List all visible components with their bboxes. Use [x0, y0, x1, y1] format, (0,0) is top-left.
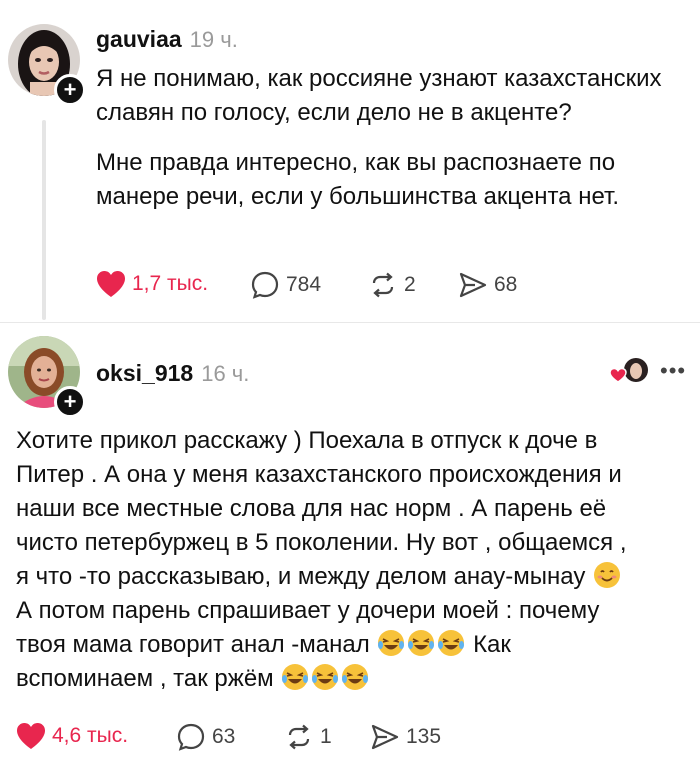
- heart-icon: [609, 367, 627, 383]
- repost-icon: [372, 272, 394, 298]
- post-text: Я не понимаю, как россияне узнают казахс…: [96, 62, 686, 214]
- paragraph: Я не понимаю, как россияне узнают казахс…: [96, 65, 662, 126]
- laughing-emoji-icon: [282, 664, 309, 690]
- laughing-emoji-icon: [438, 630, 465, 656]
- follow-plus-icon[interactable]: +: [54, 386, 86, 418]
- text-segment: Как: [473, 631, 511, 658]
- text-line: чисто петербуржец в 5 поколении. Ну вот …: [16, 529, 627, 556]
- share-count: 135: [406, 725, 442, 748]
- smile-emoji-icon: [594, 562, 621, 588]
- text-segment: вспоминаем , так ржём: [16, 665, 274, 692]
- share-icon: [371, 724, 399, 750]
- laughing-emoji-icon: [378, 630, 405, 656]
- follow-plus-icon[interactable]: +: [54, 74, 86, 106]
- laughing-emoji-icon: [342, 664, 369, 690]
- repost-count: 2: [404, 273, 416, 296]
- post-header: gauviaa 19 ч.: [96, 26, 238, 53]
- divider: [0, 322, 700, 323]
- text-line: Питер . А она у меня казахстанского прои…: [16, 461, 622, 488]
- repost-button[interactable]: 2: [368, 270, 416, 300]
- repost-button[interactable]: 1: [284, 722, 332, 752]
- repost-count: 1: [320, 725, 332, 748]
- laughing-emoji-icon: [408, 630, 435, 656]
- share-icon: [459, 272, 487, 298]
- heart-icon: [97, 271, 125, 297]
- text-line: твоя мама говорит анал -манал Как: [16, 628, 696, 662]
- share-button[interactable]: 68: [458, 270, 517, 300]
- comment-icon: [177, 723, 205, 751]
- comment-count: 784: [286, 273, 322, 296]
- thread-line: [42, 120, 46, 320]
- username[interactable]: oksi_918: [96, 360, 193, 386]
- like-count: 1,7 тыс.: [132, 272, 209, 295]
- text-segment: твоя мама говорит анал -манал: [16, 631, 370, 658]
- paragraph: Мне правда интересно, как вы распознаете…: [96, 149, 619, 210]
- share-count: 68: [494, 273, 518, 296]
- laughing-emoji-icon: [312, 664, 339, 690]
- post-text: Хотите прикол расскажу ) Поехала в отпус…: [16, 424, 696, 696]
- like-button[interactable]: 4,6 тыс.: [16, 722, 128, 750]
- text-line: вспоминаем , так ржём: [16, 662, 696, 696]
- like-button[interactable]: 1,7 тыс.: [96, 270, 208, 298]
- author-liked-badge: [609, 356, 648, 386]
- text-line: я что -то рассказываю, и между делом ана…: [16, 560, 696, 594]
- comment-button[interactable]: 784: [250, 270, 321, 300]
- text-segment: я что -то рассказываю, и между делом ана…: [16, 563, 586, 590]
- more-icon[interactable]: •••: [660, 358, 686, 384]
- comment-count: 63: [212, 725, 236, 748]
- comment-button[interactable]: 63: [176, 722, 235, 752]
- heart-icon: [17, 723, 45, 749]
- text-line: А потом парень спрашивает у дочери моей …: [16, 597, 600, 624]
- share-button[interactable]: 135: [370, 722, 441, 752]
- timestamp: 16 ч.: [201, 361, 250, 386]
- text-line: Хотите прикол расскажу ) Поехала в отпус…: [16, 427, 598, 454]
- timestamp: 19 ч.: [189, 27, 238, 52]
- post-header: oksi_918 16 ч.: [96, 360, 249, 387]
- username[interactable]: gauviaa: [96, 26, 182, 52]
- repost-icon: [288, 724, 310, 750]
- comment-icon: [251, 271, 279, 299]
- text-line: наши все местные слова для нас норм . А …: [16, 495, 607, 522]
- like-count: 4,6 тыс.: [52, 724, 129, 747]
